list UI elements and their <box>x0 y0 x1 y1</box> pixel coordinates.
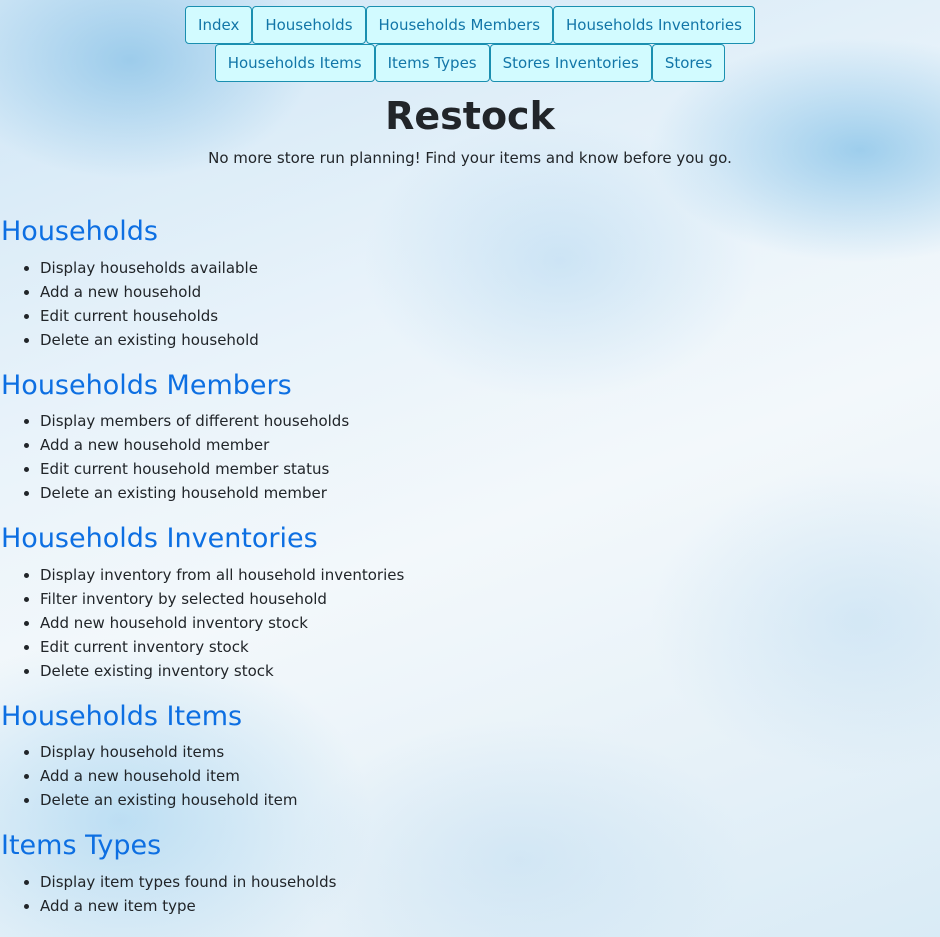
nav-row-primary: Index Households Households Members Hous… <box>0 6 940 44</box>
section-list-households-members: Display members of different households … <box>0 409 349 505</box>
list-item: Display households available <box>40 256 259 280</box>
list-item: Delete existing inventory stock <box>40 659 404 683</box>
section-list-items-types: Display item types found in households A… <box>0 870 336 918</box>
nav-button-index[interactable]: Index <box>185 6 253 44</box>
list-item: Add a new item type <box>40 894 336 918</box>
nav-button-stores-inventories[interactable]: Stores Inventories <box>489 44 652 82</box>
nav-button-households-items[interactable]: Households Items <box>214 44 375 82</box>
page-subtitle: No more store run planning! Find your it… <box>208 149 732 167</box>
nav-button-items-types[interactable]: Items Types <box>374 44 490 82</box>
list-item: Edit current inventory stock <box>40 635 404 659</box>
section-heading-households-items: Households Items <box>1 701 243 732</box>
nav-button-households-inventories[interactable]: Households Inventories <box>553 6 755 44</box>
section-heading-households-members: Households Members <box>1 370 292 401</box>
nav-button-households[interactable]: Households <box>252 6 366 44</box>
nav-row-secondary: Households Items Items Types Stores Inve… <box>0 44 940 82</box>
list-item: Edit current households <box>40 304 259 328</box>
list-item: Display household items <box>40 740 297 764</box>
list-item: Delete an existing household item <box>40 788 297 812</box>
list-item: Add new household inventory stock <box>40 611 404 635</box>
section-heading-households-inventories: Households Inventories <box>1 523 318 554</box>
list-item: Add a new household <box>40 280 259 304</box>
list-item: Delete an existing household <box>40 328 259 352</box>
list-item: Display item types found in households <box>40 870 336 894</box>
list-item: Edit current household member status <box>40 457 349 481</box>
section-list-households: Display households available Add a new h… <box>0 256 259 352</box>
section-list-households-inventories: Display inventory from all household inv… <box>0 563 404 683</box>
list-item: Delete an existing household member <box>40 481 349 505</box>
section-list-households-items: Display household items Add a new househ… <box>0 740 297 812</box>
list-item: Add a new household item <box>40 764 297 788</box>
list-item: Display inventory from all household inv… <box>40 563 404 587</box>
page-title: Restock <box>385 94 555 138</box>
nav-button-households-members[interactable]: Households Members <box>365 6 554 44</box>
section-heading-households: Households <box>1 216 158 247</box>
list-item: Filter inventory by selected household <box>40 587 404 611</box>
list-item: Display members of different households <box>40 409 349 433</box>
list-item: Add a new household member <box>40 433 349 457</box>
section-heading-items-types: Items Types <box>1 830 162 861</box>
nav-button-stores[interactable]: Stores <box>651 44 726 82</box>
